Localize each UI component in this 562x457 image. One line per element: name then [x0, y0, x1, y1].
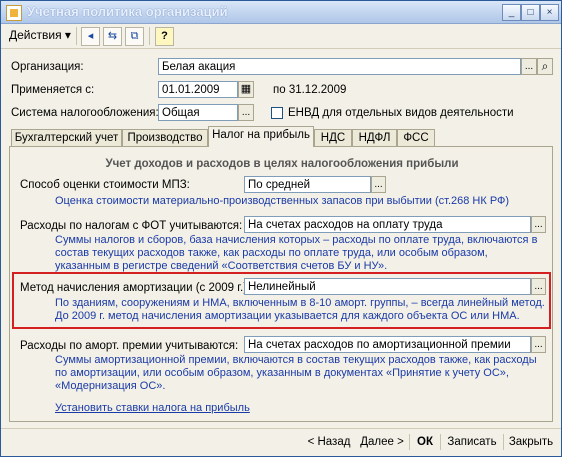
- envd-label: ЕНВД для отдельных видов деятельности: [288, 107, 514, 119]
- org-label: Организация:: [11, 61, 84, 73]
- mpz-select-button[interactable]: ...: [371, 176, 386, 193]
- help-icon[interactable]: ?: [155, 27, 174, 46]
- back-button[interactable]: < Назад: [303, 433, 355, 451]
- org-field[interactable]: Белая акация: [158, 58, 521, 75]
- section-title: Учет доходов и расходов в целях налогооб…: [105, 158, 459, 170]
- tab-accounting[interactable]: Бухгалтерский учет: [11, 129, 122, 146]
- refresh-icon[interactable]: ⇆: [103, 27, 122, 46]
- premium-select-button[interactable]: ...: [531, 336, 546, 353]
- premium-hint-line: по амортизации, или особым образом, указ…: [55, 367, 509, 379]
- bottom-divider: [409, 434, 410, 450]
- premium-hint-line: Суммы амортизационной премии, включаются…: [55, 354, 537, 366]
- window-title: Учетная политика организаций: [27, 4, 228, 19]
- search-icon[interactable]: ⌕: [537, 58, 553, 75]
- save-button[interactable]: Записать: [444, 433, 500, 451]
- toolbar: Действия ▾ ◂ ⇆ ⧉ ?: [1, 24, 561, 49]
- amort-label: Метод начисления амортизации (с 2009 г.)…: [20, 282, 251, 294]
- premium-field[interactable]: На счетах расходов по амортизационной пр…: [244, 336, 531, 353]
- amort-hint-line: До 2009 г. метод начисления амортизации …: [55, 310, 520, 322]
- actions-menu-button[interactable]: Действия ▾: [6, 27, 74, 44]
- minimize-button[interactable]: _: [502, 4, 521, 21]
- bottom-divider: [503, 434, 504, 450]
- tab-production[interactable]: Производство: [122, 129, 208, 146]
- tab-ndfl[interactable]: НДФЛ: [352, 129, 397, 146]
- toolbar-divider: [76, 27, 77, 45]
- ok-button[interactable]: ОК: [413, 433, 437, 451]
- window: Учетная политика организаций _ □ × Дейст…: [0, 0, 562, 457]
- calendar-icon[interactable]: ▦: [238, 81, 254, 98]
- amort-field[interactable]: Нелинейный: [244, 278, 531, 295]
- amort-hint-line: По зданиям, сооружениям и НМА, включенны…: [55, 297, 545, 309]
- back-icon[interactable]: ◂: [81, 27, 100, 46]
- applies-to-text: по 31.12.2009: [273, 84, 347, 96]
- bottom-bar: < Назад Далее > ОК Записать Закрыть: [1, 428, 561, 457]
- mpz-hint: Оценка стоимости материально-производств…: [55, 195, 510, 207]
- tax-system-field[interactable]: Общая: [158, 104, 238, 121]
- amort-select-button[interactable]: ...: [531, 278, 546, 295]
- envd-checkbox[interactable]: [271, 107, 283, 119]
- fot-hint-line: состав текущих расходов также, как расхо…: [55, 247, 488, 259]
- next-button[interactable]: Далее >: [357, 433, 407, 451]
- fot-label: Расходы по налогам с ФОТ учитываются:: [20, 220, 243, 232]
- tax-system-label: Система налогообложения:: [11, 107, 159, 119]
- fot-hint-line: Суммы налогов и сборов, база начисления …: [55, 234, 538, 246]
- fot-field[interactable]: На счетах расходов на оплату труда: [244, 216, 531, 233]
- maximize-button[interactable]: □: [521, 4, 540, 21]
- document-icon: [6, 5, 22, 21]
- bottom-divider: [440, 434, 441, 450]
- premium-hint-line: «Модернизация ОС».: [55, 380, 166, 392]
- tax-system-select-button[interactable]: ...: [238, 104, 254, 121]
- mpz-field[interactable]: По средней: [244, 176, 371, 193]
- tab-profit-tax[interactable]: Налог на прибыль: [208, 126, 314, 147]
- premium-label: Расходы по аморт. премии учитываются:: [20, 340, 239, 352]
- mpz-label: Способ оценки стоимости МПЗ:: [20, 179, 190, 191]
- fot-select-button[interactable]: ...: [531, 216, 546, 233]
- tab-vat[interactable]: НДС: [314, 129, 352, 146]
- close-form-button[interactable]: Закрыть: [506, 433, 556, 451]
- set-tax-rates-link[interactable]: Установить ставки налога на прибыль: [55, 402, 250, 414]
- applies-label: Применяется с:: [11, 84, 95, 96]
- actions-label: Действия: [9, 28, 62, 42]
- tab-fss[interactable]: ФСС: [397, 129, 435, 146]
- toolbar-divider: [149, 27, 150, 45]
- applies-date-field[interactable]: 01.01.2009: [158, 81, 238, 98]
- chevron-down-icon: ▾: [64, 28, 71, 42]
- org-select-button[interactable]: ...: [521, 58, 537, 75]
- title-bar[interactable]: Учетная политика организаций _ □ ×: [1, 1, 561, 24]
- copy-icon[interactable]: ⧉: [125, 27, 144, 46]
- close-button[interactable]: ×: [540, 4, 559, 21]
